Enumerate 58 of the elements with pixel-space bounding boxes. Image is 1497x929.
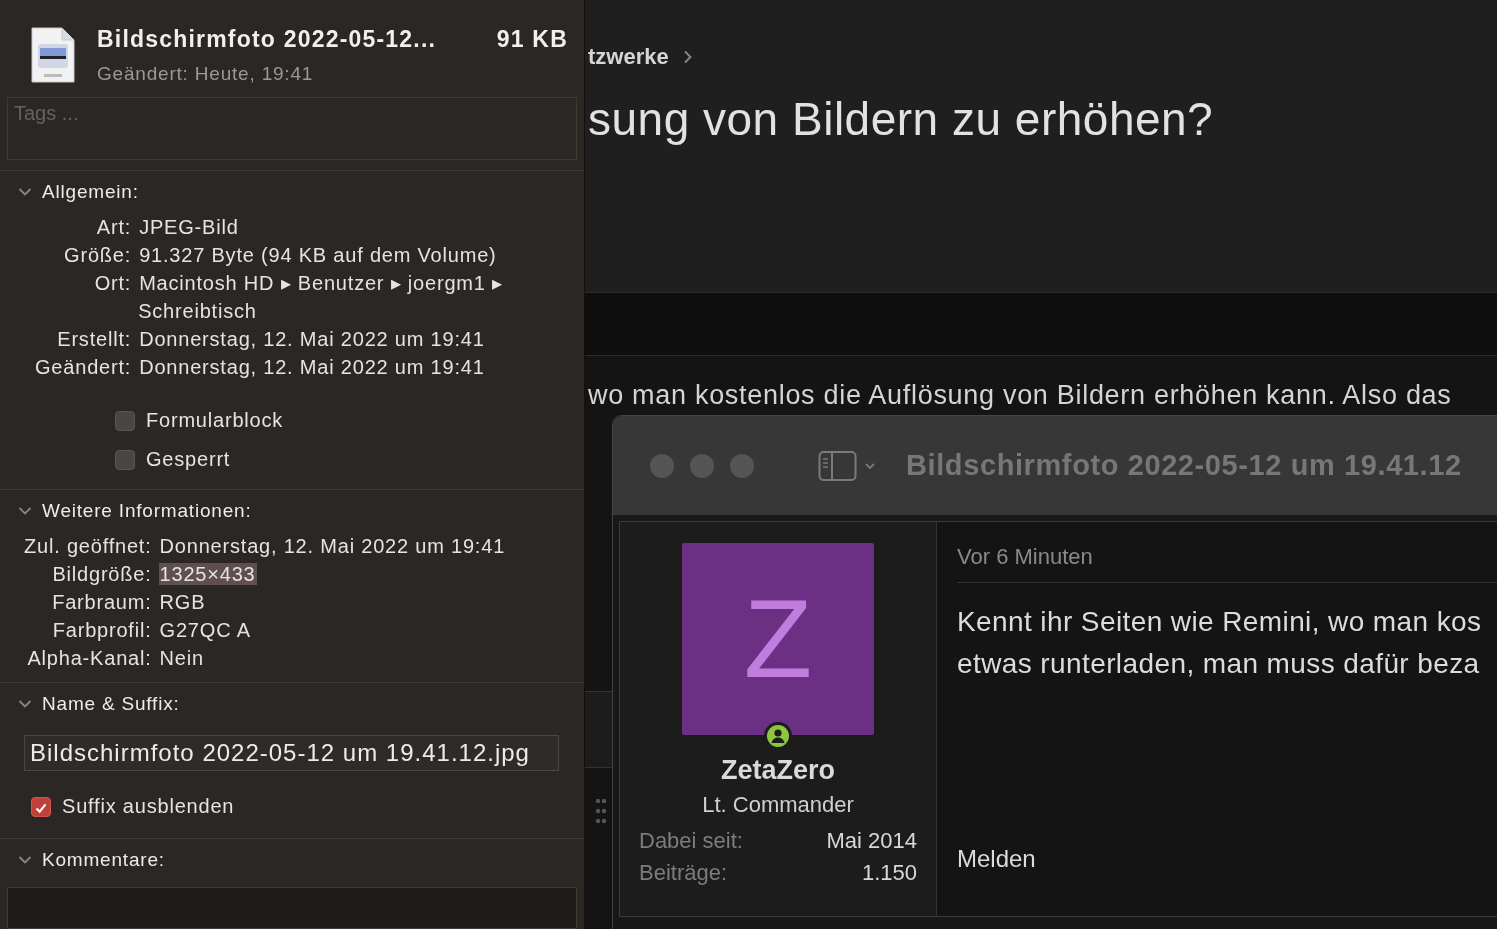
- report-link[interactable]: Melden: [957, 845, 1036, 873]
- chevron-right-icon: [682, 50, 693, 64]
- name-field[interactable]: Bildschirmfoto 2022-05-12 um 19.41.12.jpg: [24, 735, 559, 771]
- post-text: etwas runterladen, man muss dafür beza: [957, 647, 1481, 681]
- info-value: Donnerstag, 12. Mai 2022 um 19:41: [138, 356, 486, 378]
- info-value: 1325×433: [158, 563, 257, 585]
- modified-date: Geändert: Heute, 19:41: [97, 63, 315, 85]
- stat-label: Beiträge:: [639, 860, 729, 886]
- avatar: Z: [682, 543, 874, 735]
- section-header[interactable]: Weitere Informationen:: [0, 490, 584, 532]
- info-label: Alpha-Kanal:: [26, 646, 152, 671]
- info-value: G27QC A: [158, 619, 252, 641]
- breadcrumb-link[interactable]: tzwerke: [588, 44, 669, 70]
- checkbox[interactable]: [31, 796, 51, 817]
- info-label: Zul. geöffnet:: [24, 534, 152, 559]
- zoom-button[interactable]: [730, 453, 754, 478]
- checkbox[interactable]: [115, 449, 135, 470]
- info-label: Geändert:: [35, 355, 132, 380]
- question-text: wo man kostenlos die Auflösung von Bildern erhöhen kann. Also das: [588, 380, 1453, 411]
- info-label: Farbprofil:: [51, 618, 152, 643]
- info-label: Ort:: [93, 271, 132, 296]
- checkbox-label: Suffix ausblenden: [62, 795, 235, 818]
- info-value: Macintosh HD ▸ Benutzer ▸ joergm1 ▸ Schreibtisch: [138, 272, 503, 322]
- file-size: 91 KB: [496, 26, 568, 53]
- tags-field[interactable]: Tags ...: [7, 97, 577, 160]
- checkbox[interactable]: [115, 410, 135, 431]
- section-header[interactable]: Name & Suffix:: [0, 683, 584, 725]
- info-label: Farbraum:: [51, 590, 152, 615]
- info-value: 91.327 Byte (94 KB auf dem Volume): [138, 244, 498, 266]
- info-label: Erstellt:: [56, 327, 132, 352]
- checkbox-label: Gesperrt: [146, 448, 231, 471]
- close-button[interactable]: [650, 453, 674, 478]
- drag-handle-icon[interactable]: [595, 797, 607, 825]
- comments-field[interactable]: [7, 887, 577, 929]
- info-value: Donnerstag, 12. Mai 2022 um 19:41: [158, 535, 507, 557]
- stat-value: 1.150: [860, 860, 917, 886]
- info-label: Bildgröße:: [51, 562, 152, 587]
- username-link[interactable]: ZetaZero: [721, 755, 835, 786]
- section-header[interactable]: Kommentare:: [0, 839, 584, 881]
- info-value: Nein: [158, 647, 205, 669]
- user-rank: Lt. Commander: [702, 792, 854, 818]
- info-label: Art:: [95, 215, 132, 240]
- page-title: sung von Bildern zu erhöhen?: [588, 92, 1215, 146]
- info-value: Donnerstag, 12. Mai 2022 um 19:41: [138, 328, 486, 350]
- info-value: JPEG-Bild: [138, 216, 240, 238]
- minimize-button[interactable]: [690, 453, 714, 478]
- file-name: Bildschirmfoto 2022-05-12...: [97, 26, 437, 53]
- checkbox-label: Formularblock: [146, 409, 284, 432]
- stat-value: Mai 2014: [826, 828, 917, 854]
- stat-label: Dabei seit:: [639, 828, 744, 854]
- info-value: RGB: [158, 591, 207, 613]
- sidebar-icon[interactable]: [818, 449, 878, 482]
- window-title: Bildschirmfoto 2022-05-12 um 19.41.12: [906, 449, 1462, 482]
- info-label: Größe:: [63, 243, 132, 268]
- post-text: Kennt ihr Seiten wie Remini, wo man kos: [957, 605, 1483, 639]
- section-header[interactable]: Allgemein:: [0, 171, 584, 213]
- post-time: Vor 6 Minuten: [957, 544, 1094, 570]
- image-file-icon: [30, 26, 76, 84]
